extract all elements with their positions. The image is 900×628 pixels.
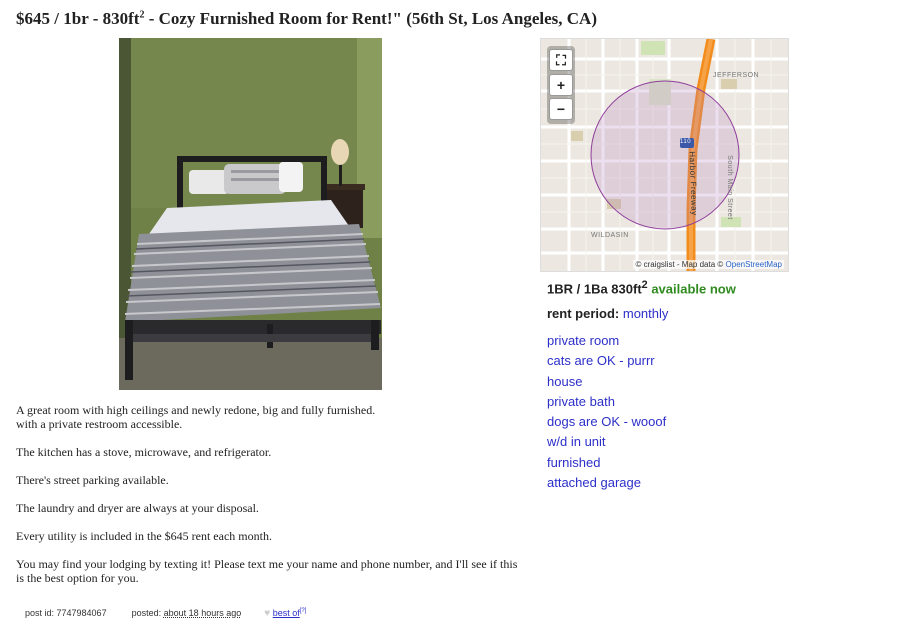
openstreetmap-link[interactable]: OpenStreetMap: [726, 260, 782, 269]
attr-item[interactable]: cats are OK - purrr: [547, 351, 666, 371]
body-paragraph: You may find your lodging by texting it!…: [16, 557, 518, 585]
attr-item[interactable]: attached garage: [547, 473, 666, 493]
attr-summary: 1BR / 1Ba 830ft2 available now: [547, 279, 736, 296]
attr-item[interactable]: house: [547, 372, 666, 392]
bed-bath-size-sup: 2: [641, 279, 648, 291]
bedroom-photo-image: [119, 38, 382, 390]
listing-photo[interactable]: [119, 38, 382, 390]
rent-period-label: rent period:: [547, 306, 620, 321]
body-line: A great room with high ceilings and newl…: [16, 403, 376, 417]
bed-bath-size: 1BR / 1Ba 830ft: [547, 281, 642, 297]
body-line: with a private restroom accessible.: [16, 417, 183, 431]
location-map[interactable]: JEFFERSON 110 Harbor Freeway South Main …: [540, 38, 789, 272]
map-attribution-text: © craigslist - Map data ©: [635, 260, 724, 269]
title-size: 830ft: [102, 9, 140, 28]
attr-item[interactable]: dogs are OK - wooof: [547, 412, 666, 432]
attr-item[interactable]: furnished: [547, 453, 666, 473]
zoom-out-button[interactable]: −: [549, 98, 573, 120]
body-paragraph: The laundry and dryer are always at your…: [16, 501, 259, 515]
body-paragraph: A great room with high ceilings and newl…: [16, 403, 526, 431]
heart-icon[interactable]: ♥: [264, 608, 270, 619]
map-label-wildasin: WILDASIN: [591, 232, 629, 239]
availability-status: available now: [651, 281, 736, 297]
map-shield-110: 110: [680, 139, 692, 145]
rent-period-value[interactable]: monthly: [623, 306, 669, 321]
posting-title: $645 / 1br - 830ft2 - Cozy Furnished Roo…: [16, 9, 597, 28]
map-attribution: © craigslist - Map data © OpenStreetMap: [633, 260, 784, 269]
body-paragraph: Every utility is included in the $645 re…: [16, 529, 272, 543]
title-location: (56th St, Los Angeles, CA): [406, 9, 597, 28]
best-of-help-link[interactable]: [?]: [300, 608, 307, 614]
attr-item[interactable]: w/d in unit: [547, 432, 666, 452]
title-name: Cozy Furnished Room for Rent!": [158, 9, 402, 28]
body-paragraph: The kitchen has a stove, microwave, and …: [16, 445, 272, 459]
posting-body: A great room with high ceilings and newl…: [16, 403, 526, 599]
attribute-list: private room cats are OK - purrr house p…: [547, 331, 666, 493]
title-rooms: 1br: [63, 9, 89, 28]
rent-period-row: rent period: monthly: [547, 306, 668, 321]
title-price: $645: [16, 9, 50, 28]
post-info-footer: post id: 7747984067 posted: about 18 hou…: [25, 608, 306, 619]
title-size-sup: 2: [139, 9, 145, 21]
body-paragraph: There's street parking available.: [16, 473, 169, 487]
map-label-main-street: South Main Street: [725, 155, 733, 220]
posted-time: about 18 hours ago: [163, 608, 242, 618]
posted-label: posted:: [131, 608, 162, 618]
map-label-jefferson: JEFFERSON: [713, 72, 760, 79]
attr-item[interactable]: private room: [547, 331, 666, 351]
fullscreen-icon[interactable]: ⛶: [549, 49, 573, 71]
best-of-link[interactable]: best of: [273, 608, 300, 618]
zoom-in-button[interactable]: +: [549, 74, 573, 96]
post-id: post id: 7747984067: [25, 608, 107, 618]
attr-item[interactable]: private bath: [547, 392, 666, 412]
